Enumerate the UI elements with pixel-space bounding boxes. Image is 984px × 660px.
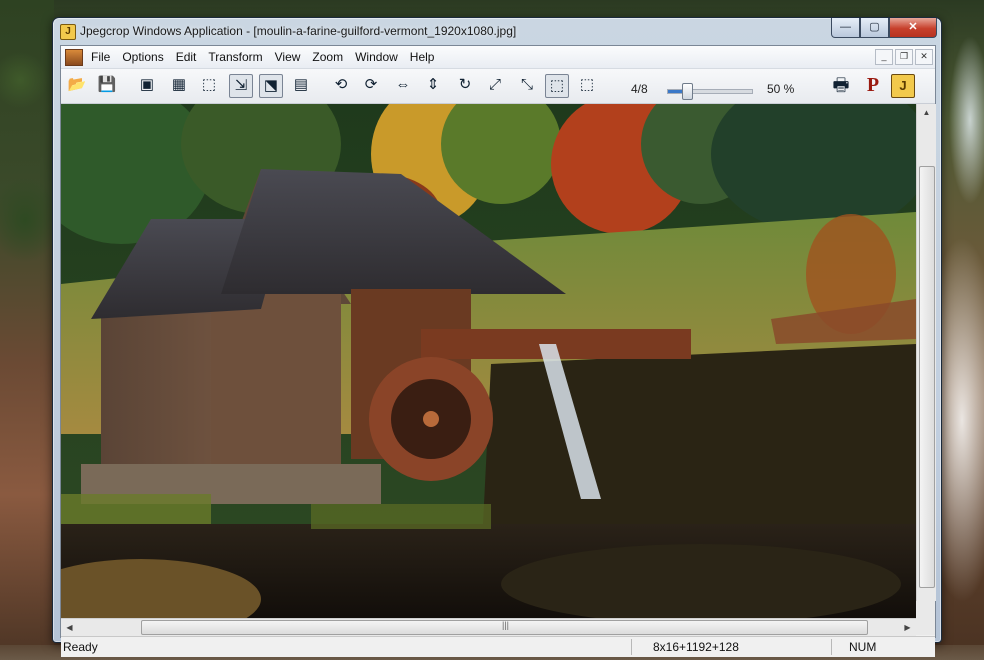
- transpose-icon[interactable]: ⤢: [483, 74, 507, 98]
- mdi-close-button[interactable]: ✕: [915, 49, 933, 65]
- horizontal-scroll-thumb[interactable]: |||: [141, 620, 868, 635]
- transverse-icon[interactable]: ⤡: [515, 74, 539, 98]
- scroll-grip: |||: [502, 620, 510, 630]
- select-icon[interactable]: ⬚: [197, 74, 221, 98]
- minimize-button[interactable]: —: [831, 18, 860, 38]
- toolbar: 📂 💾 ▣ ▦ ⬚ ⇲ ⬔ ▤ ⟲ ⟳ ⇔ ⇕ ↻ ⤢ ⤡ ⬚ ⬚ 4/8 50…: [61, 69, 935, 104]
- mill-photo: [61, 104, 916, 618]
- status-text: Ready: [63, 640, 98, 654]
- jpegcrop-about-icon[interactable]: J: [891, 74, 915, 98]
- num-lock-indicator: NUM: [849, 640, 877, 654]
- scroll-corner: [916, 601, 935, 635]
- mdi-minimize-button[interactable]: _: [875, 49, 893, 65]
- menu-bar: File Options Edit Transform View Zoom Wi…: [61, 46, 935, 69]
- maximize-button[interactable]: ▢: [860, 18, 889, 38]
- zoom-percent: 50 %: [767, 82, 795, 96]
- status-separator: [831, 639, 832, 655]
- crop-frame-icon[interactable]: ▣: [135, 74, 159, 98]
- scroll-right-arrow[interactable]: ▶: [899, 619, 916, 636]
- zoom-step-counter: 4/8: [631, 82, 648, 96]
- menu-options[interactable]: Options: [116, 46, 169, 68]
- scroll-left-arrow[interactable]: ◀: [61, 619, 78, 636]
- save-icon[interactable]: 💾: [95, 74, 119, 98]
- selection-coordinates: 8x16+1192+128: [653, 640, 739, 654]
- vertical-scrollbar[interactable]: ▲: [916, 104, 936, 601]
- menu-zoom[interactable]: Zoom: [306, 46, 349, 68]
- menu-window[interactable]: Window: [349, 46, 404, 68]
- horizontal-scrollbar[interactable]: ◀ ||| ▶: [61, 618, 916, 636]
- status-separator: [631, 639, 632, 655]
- menu-transform[interactable]: Transform: [202, 46, 268, 68]
- rotate-right-icon[interactable]: ⟳: [359, 74, 383, 98]
- rotate-left-icon[interactable]: ⟲: [329, 74, 353, 98]
- menu-help[interactable]: Help: [404, 46, 441, 68]
- document-icon[interactable]: [65, 49, 83, 66]
- grid-icon[interactable]: ▦: [167, 74, 191, 98]
- crop-dotted-alt-icon[interactable]: ⬚: [575, 74, 599, 98]
- client-area: File Options Edit Transform View Zoom Wi…: [60, 45, 936, 657]
- menu-view[interactable]: View: [269, 46, 307, 68]
- arrow-frame-icon[interactable]: ⬔: [259, 74, 283, 98]
- gradient-icon[interactable]: ▤: [289, 74, 313, 98]
- app-window: J Jpegcrop Windows Application - [moulin…: [52, 17, 942, 657]
- jpegcrop-app-icon[interactable]: J: [60, 24, 76, 40]
- menu-file[interactable]: File: [85, 46, 116, 68]
- menu-edit[interactable]: Edit: [170, 46, 203, 68]
- zoom-slider-thumb[interactable]: [682, 83, 693, 100]
- flip-vertical-icon[interactable]: ⇕: [421, 74, 445, 98]
- flip-horizontal-icon[interactable]: ⇔: [391, 74, 415, 98]
- crop-dotted-icon[interactable]: ⬚: [545, 74, 569, 98]
- caption-buttons: — ▢ ✕: [831, 18, 937, 38]
- close-button[interactable]: ✕: [889, 18, 937, 38]
- image-viewport[interactable]: [61, 104, 916, 618]
- title-bar[interactable]: J Jpegcrop Windows Application - [moulin…: [53, 18, 941, 45]
- status-bar: Ready 8x16+1192+128 NUM: [61, 636, 935, 657]
- window-title: Jpegcrop Windows Application - [moulin-a…: [80, 24, 517, 38]
- scroll-up-arrow[interactable]: ▲: [917, 104, 936, 121]
- vertical-scroll-thumb[interactable]: [919, 166, 935, 588]
- mdi-restore-button[interactable]: ❐: [895, 49, 913, 65]
- rotate-90-icon[interactable]: ↻: [453, 74, 477, 98]
- open-folder-icon[interactable]: 📂: [65, 74, 89, 98]
- zoom-slider[interactable]: [667, 79, 753, 100]
- p-logo-icon[interactable]: P: [861, 74, 885, 98]
- print-icon[interactable]: 🖶: [829, 74, 853, 98]
- arrow-select-icon[interactable]: ⇲: [229, 74, 253, 98]
